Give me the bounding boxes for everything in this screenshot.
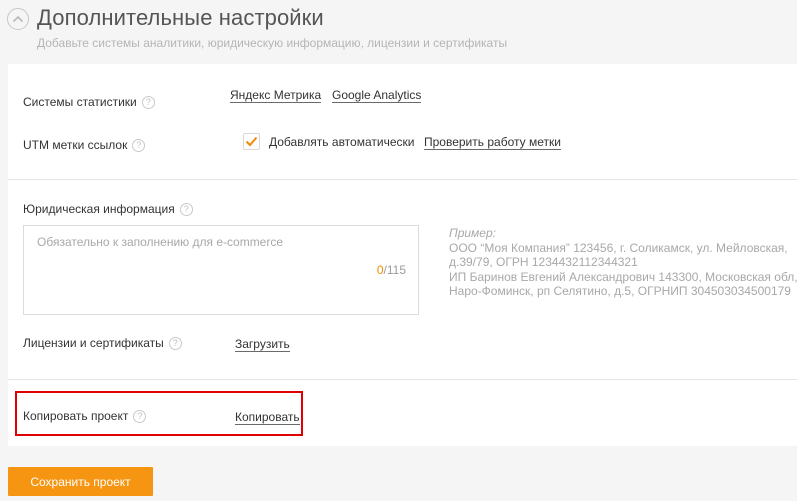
legal-info-textarea[interactable]: Обязательно к заполнению для e-commerce …	[23, 225, 419, 315]
auto-utm-label: Добавлять автоматически	[269, 135, 415, 149]
save-project-button[interactable]: Сохранить проект	[8, 467, 153, 496]
help-icon[interactable]: ?	[132, 138, 146, 152]
utm-label: UTM метки ссылок	[23, 138, 128, 152]
section-header: Дополнительные настройки Добавьте систем…	[0, 0, 797, 64]
help-icon[interactable]: ?	[133, 409, 147, 423]
char-counter-max: /115	[383, 263, 406, 277]
copy-label: Копировать проект	[23, 409, 129, 423]
legal-row-label: Юридическая информация ?	[23, 202, 193, 216]
licenses-row-label: Лицензии и сертификаты ?	[23, 336, 182, 350]
utm-row-label: UTM метки ссылок ?	[23, 138, 146, 152]
char-counter: 0/115	[377, 263, 406, 277]
stats-label: Системы статистики	[23, 95, 137, 109]
legal-example: Пример: ООО “Моя Компания” 123456, г. Со…	[449, 226, 797, 299]
example-line: ИП Баринов Евгений Александрович 143300,…	[449, 269, 797, 284]
google-analytics-link[interactable]: Google Analytics	[332, 89, 422, 103]
example-line: Наро-Фоминск, рп Селятино, д.5, ОГРНИП 3…	[449, 284, 791, 298]
check-utm-link[interactable]: Проверить работу метки	[424, 136, 561, 150]
chevron-up-icon	[12, 15, 24, 23]
section-title: Дополнительные настройки	[37, 5, 324, 30]
help-icon[interactable]: ?	[168, 336, 182, 350]
auto-utm-checkbox[interactable]	[243, 133, 260, 150]
example-line: ООО “Моя Компания” 123456, г. Соликамск,…	[449, 240, 788, 255]
checkmark-icon	[245, 136, 258, 147]
example-heading: Пример:	[449, 226, 496, 240]
divider	[8, 379, 797, 380]
stats-row-label: Системы статистики ?	[23, 95, 155, 109]
settings-panel: Системы статистики ? Яндекс Метрика Goog…	[8, 64, 797, 446]
char-counter-current: 0	[376, 263, 384, 277]
help-icon[interactable]: ?	[141, 95, 155, 109]
legal-info-placeholder: Обязательно к заполнению для e-commerce	[37, 235, 284, 249]
copy-project-link[interactable]: Копировать	[235, 411, 300, 425]
divider	[8, 179, 797, 180]
legal-label: Юридическая информация	[23, 202, 175, 216]
copy-row-label: Копировать проект ?	[23, 409, 147, 423]
upload-licenses-link[interactable]: Загрузить	[235, 338, 290, 352]
section-subtitle: Добавьте системы аналитики, юридическую …	[37, 36, 508, 50]
yandex-metrika-link[interactable]: Яндекс Метрика	[230, 89, 322, 103]
collapse-button[interactable]	[7, 8, 29, 30]
help-icon[interactable]: ?	[179, 202, 193, 216]
licenses-label: Лицензии и сертификаты	[23, 336, 164, 350]
example-line: д.39/79, ОГРН 1234432112344321	[449, 255, 638, 269]
